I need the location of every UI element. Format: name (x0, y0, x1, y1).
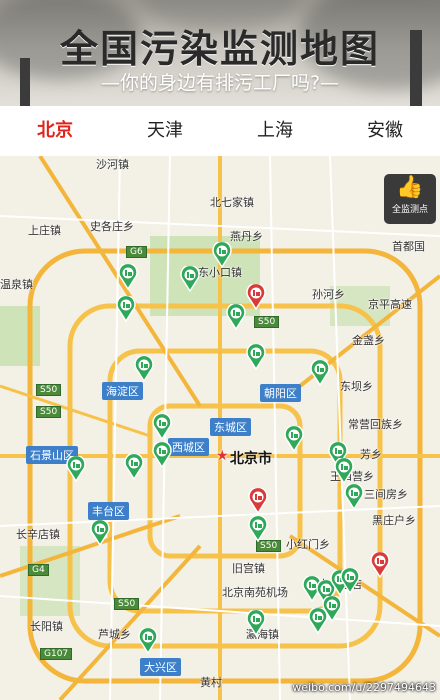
monitoring-pin-icon[interactable] (152, 414, 172, 440)
monitoring-pin-icon[interactable] (284, 426, 304, 452)
header-banner: 全国污染监测地图 —你的身边有排污工厂吗?— (0, 0, 440, 106)
place-label: 沙河镇 (96, 158, 129, 171)
all-monitoring-points-button[interactable]: 👍 全监测点 (384, 174, 436, 224)
highway-tag: S50 (36, 406, 62, 418)
thumbs-up-icon: 👍 (396, 175, 424, 200)
highway-tag: S50 (114, 598, 140, 610)
monitoring-pin-icon[interactable] (246, 344, 266, 370)
polluter-pin-icon[interactable] (248, 488, 268, 514)
place-label: 黄村 (200, 676, 222, 689)
highway-tag: S50 (254, 316, 280, 328)
monitoring-pin-icon[interactable] (152, 442, 172, 468)
district-tag: 东城区 (210, 418, 251, 436)
highway-tag: G107 (40, 648, 73, 660)
monitoring-pin-icon[interactable] (310, 360, 330, 386)
place-label: 小红门乡 (286, 538, 330, 551)
place-label: 黑庄户乡 (372, 514, 416, 527)
monitoring-pin-icon[interactable] (90, 520, 110, 546)
district-tag: 丰台区 (88, 502, 129, 520)
monitoring-pin-icon[interactable] (246, 610, 266, 636)
place-label: 孙河乡 (312, 288, 345, 301)
place-label: 京平高速 (368, 298, 412, 311)
district-tag: 朝阳区 (260, 384, 301, 402)
tab-tianjin[interactable]: 天津 (110, 106, 220, 156)
place-label: 东坝乡 (340, 380, 373, 393)
polluter-pin-icon[interactable] (370, 552, 390, 578)
pollution-map[interactable]: 沙河镇 北七家镇 史各庄乡 上庄镇 燕丹乡 东小口镇 首都国 温泉镇 孙河乡 京… (0, 156, 440, 700)
district-tag: 西城区 (168, 438, 209, 456)
monitoring-pin-icon[interactable] (180, 266, 200, 292)
place-label: 三间房乡 (364, 488, 408, 501)
monitoring-pin-icon[interactable] (66, 456, 86, 482)
city-center-star-icon: ★ (216, 448, 229, 464)
page-title: 全国污染监测地图 (59, 27, 380, 71)
place-label: 首都国 (392, 240, 425, 253)
place-label: 常营回族乡 (348, 418, 403, 431)
place-label: 金盏乡 (352, 334, 385, 347)
tab-anhui[interactable]: 安徽 (330, 106, 440, 156)
watermark: weibo.com/u/2297494643 (292, 681, 436, 694)
monitoring-pin-icon[interactable] (124, 454, 144, 480)
place-label: 北京南苑机场 (222, 586, 288, 599)
place-label: 芳乡 (360, 448, 382, 461)
place-label: 温泉镇 (0, 278, 33, 291)
page-subtitle: —你的身边有排污工厂吗?— (100, 72, 340, 94)
place-label: 燕丹乡 (230, 230, 263, 243)
tab-shanghai[interactable]: 上海 (220, 106, 330, 156)
monitoring-pin-icon[interactable] (334, 458, 354, 484)
highway-tag: G6 (126, 246, 147, 258)
monitoring-pin-icon[interactable] (248, 516, 268, 542)
place-label: 长辛店镇 (16, 528, 60, 541)
monitoring-pin-icon[interactable] (116, 296, 136, 322)
monitoring-pin-icon[interactable] (118, 264, 138, 290)
place-label: 旧宫镇 (232, 562, 265, 575)
monitoring-pin-icon[interactable] (134, 356, 154, 382)
monitoring-pin-icon[interactable] (212, 242, 232, 268)
monitoring-pin-icon[interactable] (226, 304, 246, 330)
monitoring-pin-icon[interactable] (322, 596, 342, 622)
place-label: 史各庄乡 (90, 220, 134, 233)
highway-tag: S50 (36, 384, 62, 396)
district-tag: 海淀区 (102, 382, 143, 400)
district-tag: 大兴区 (140, 658, 181, 676)
monitoring-pin-icon[interactable] (340, 568, 360, 594)
polluter-pin-icon[interactable] (246, 284, 266, 310)
place-label: 上庄镇 (28, 224, 61, 237)
badge-label: 全监测点 (391, 205, 428, 215)
city-center-label: 北京市 (230, 451, 272, 467)
highway-tag: G4 (28, 564, 49, 576)
monitoring-pin-icon[interactable] (344, 484, 364, 510)
tab-beijing[interactable]: 北京 (0, 106, 110, 156)
place-label: 芦城乡 (98, 628, 131, 641)
place-label: 北七家镇 (210, 196, 254, 209)
city-tabs: 北京 天津 上海 安徽 (0, 106, 440, 157)
monitoring-pin-icon[interactable] (138, 628, 158, 654)
place-label: 长阳镇 (30, 620, 63, 633)
